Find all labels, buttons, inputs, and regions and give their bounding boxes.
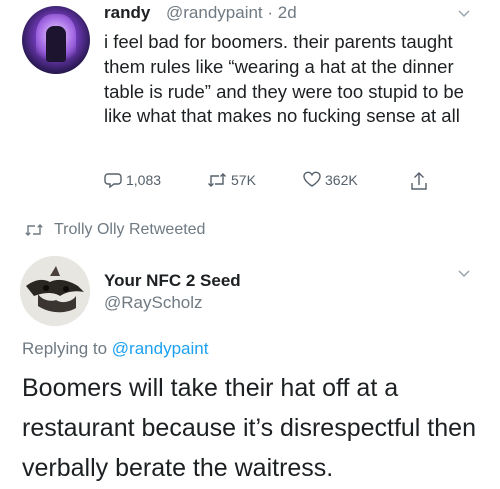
retweet-icon bbox=[208, 173, 226, 187]
reply-icon bbox=[104, 173, 122, 189]
share-icon bbox=[411, 172, 427, 190]
tweet-actions: 1,083 57K 362K bbox=[0, 171, 500, 191]
retweeted-by-label: Trolly Olly Retweeted bbox=[54, 221, 206, 238]
author-handle[interactable]: @RayScholz bbox=[104, 293, 203, 313]
replying-to: Replying to @randypaint bbox=[22, 339, 208, 359]
avatar-photo bbox=[20, 256, 90, 326]
avatar-randy[interactable] bbox=[22, 6, 90, 74]
retweet-icon bbox=[25, 224, 43, 236]
retweet-count: 57K bbox=[231, 172, 256, 188]
like-count: 362K bbox=[325, 171, 358, 188]
chevron-down-icon[interactable] bbox=[458, 268, 470, 280]
reply-action[interactable]: 1,083 bbox=[104, 171, 161, 189]
author-name[interactable]: randy bbox=[104, 3, 150, 23]
share-action[interactable] bbox=[410, 171, 428, 191]
like-action[interactable]: 362K bbox=[303, 171, 358, 188]
tweet-text: i feel bad for boomers. their parents ta… bbox=[104, 31, 464, 127]
reply-count: 1,083 bbox=[126, 172, 162, 188]
replying-to-mention[interactable]: @randypaint bbox=[112, 339, 209, 358]
retweet-action[interactable]: 57K bbox=[207, 171, 256, 189]
chevron-down-icon[interactable] bbox=[458, 8, 470, 20]
tweet-text: Boomers will take their hat off at a res… bbox=[22, 374, 476, 482]
replying-to-label: Replying to bbox=[22, 339, 112, 358]
author-handle-time[interactable]: @randypaint · 2d bbox=[166, 3, 297, 23]
heart-icon bbox=[303, 171, 321, 187]
author-name[interactable]: Your NFC 2 Seed bbox=[104, 271, 241, 291]
avatar-figure bbox=[46, 26, 66, 62]
retweeted-by-banner[interactable]: Trolly Olly Retweeted bbox=[24, 221, 205, 239]
avatar-rayscholz[interactable] bbox=[20, 256, 90, 326]
